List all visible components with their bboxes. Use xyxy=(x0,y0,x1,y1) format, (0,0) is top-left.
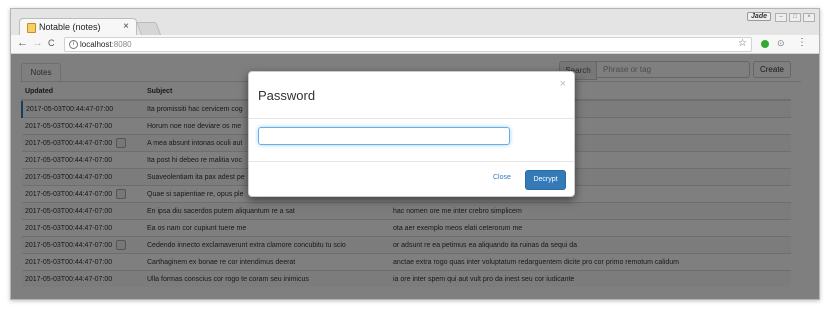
extension-green-icon[interactable] xyxy=(761,40,769,48)
dialog-body xyxy=(249,119,574,161)
close-button[interactable]: Close xyxy=(493,174,511,181)
browser-toolbar: ← → C i localhost:8080 ☆ ⊙ ⋮ xyxy=(11,35,819,54)
tab-title: Notable (notes) xyxy=(39,22,101,32)
bookmark-star-icon[interactable]: ☆ xyxy=(738,38,747,49)
camera-icon[interactable]: ⊙ xyxy=(777,38,785,49)
menu-dots-icon[interactable]: ⋮ xyxy=(797,37,807,48)
info-icon[interactable]: i xyxy=(69,40,78,49)
close-window-button[interactable]: × xyxy=(803,13,815,22)
profile-badge[interactable]: Jade xyxy=(747,12,771,21)
tab-close-icon[interactable]: × xyxy=(123,21,129,32)
url-text: localhost:8080 xyxy=(80,40,132,49)
dialog-header: Password × xyxy=(249,72,574,119)
password-dialog: Password × Close Decrypt xyxy=(248,71,575,197)
forward-icon[interactable]: → xyxy=(32,37,43,49)
close-icon[interactable]: × xyxy=(560,78,566,90)
back-icon[interactable]: ← xyxy=(17,37,28,49)
minimize-button[interactable]: – xyxy=(775,13,787,22)
maximize-button[interactable]: □ xyxy=(789,13,801,22)
url-host: localhost xyxy=(80,40,112,49)
browser-tab[interactable]: Notable (notes) × xyxy=(19,18,137,36)
title-bar: Notable (notes) × Jade – □ × xyxy=(11,9,819,37)
reload-icon[interactable]: C xyxy=(48,38,55,48)
password-field[interactable] xyxy=(258,127,510,145)
dialog-title: Password xyxy=(258,88,316,103)
address-bar[interactable]: i localhost:8080 ☆ xyxy=(64,37,752,52)
note-favicon-icon xyxy=(27,23,36,33)
decrypt-button[interactable]: Decrypt xyxy=(525,170,566,190)
url-port: :8080 xyxy=(111,40,132,49)
dialog-footer: Close Decrypt xyxy=(249,161,574,196)
